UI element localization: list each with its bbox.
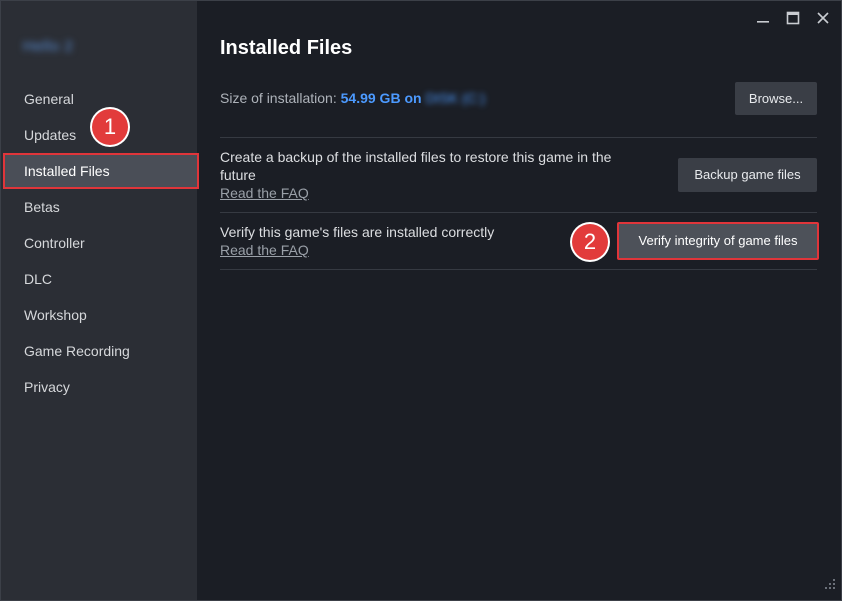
sidebar: Hello 2 General Updates Installed Files … (1, 1, 199, 600)
verify-faq-link[interactable]: Read the FAQ (220, 241, 550, 259)
divider (220, 137, 817, 138)
verify-section: Verify this game's files are installed c… (220, 223, 550, 259)
step-1-badge: 1 (92, 109, 128, 145)
sidebar-item-workshop[interactable]: Workshop (1, 297, 197, 333)
backup-faq-link[interactable]: Read the FAQ (220, 184, 650, 202)
install-drive: DISK (C:) (425, 90, 486, 106)
step-2-badge: 2 (572, 224, 608, 260)
divider (220, 212, 817, 213)
game-title: Hello 2 (23, 38, 74, 55)
backup-section: Create a backup of the installed files t… (220, 148, 650, 202)
minimize-icon[interactable] (753, 8, 773, 28)
page-title: Installed Files (220, 37, 353, 59)
resize-grip-icon[interactable] (824, 577, 836, 595)
game-properties-window: Hello 2 General Updates Installed Files … (0, 0, 842, 601)
backup-description: Create a backup of the installed files t… (220, 149, 612, 183)
sidebar-item-privacy[interactable]: Privacy (1, 369, 197, 405)
sidebar-item-game-recording[interactable]: Game Recording (1, 333, 197, 369)
sidebar-item-controller[interactable]: Controller (1, 225, 197, 261)
main-panel: Installed Files Size of installation: 54… (197, 1, 841, 600)
maximize-icon[interactable] (783, 8, 803, 28)
verify-description: Verify this game's files are installed c… (220, 224, 495, 240)
window-controls (753, 8, 833, 28)
installation-size: Size of installation: 54.99 GB on DISK (… (220, 90, 485, 106)
backup-game-files-button[interactable]: Backup game files (678, 158, 817, 192)
close-icon[interactable] (813, 8, 833, 28)
size-value: 54.99 GB on (340, 90, 422, 106)
divider (220, 269, 817, 270)
sidebar-item-installed-files[interactable]: Installed Files (3, 153, 199, 189)
verify-integrity-button[interactable]: Verify integrity of game files (617, 222, 819, 260)
browse-button[interactable]: Browse... (735, 82, 817, 115)
sidebar-item-betas[interactable]: Betas (1, 189, 197, 225)
size-label: Size of installation: (220, 90, 337, 106)
sidebar-item-dlc[interactable]: DLC (1, 261, 197, 297)
